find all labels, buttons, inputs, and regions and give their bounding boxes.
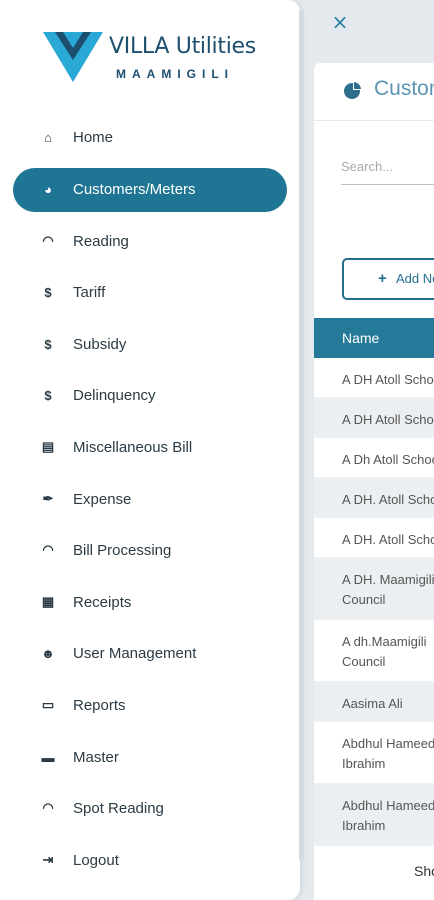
nav-item-master[interactable]: ▬ Master <box>13 736 287 780</box>
feather-icon: ✒ <box>42 491 54 506</box>
nav-item-label: Miscellaneous Bill <box>73 439 193 456</box>
table-row[interactable]: Aasima Ali <box>314 682 434 722</box>
page-title: Customers/Meters <box>374 77 434 100</box>
customer-name: A DH Atoll School <box>342 372 434 387</box>
logo-title: VILLA Utilities <box>109 34 256 59</box>
nav-item-home[interactable]: ⌂ Home <box>13 116 287 160</box>
logo-triangle-icon <box>43 32 103 82</box>
nav-item-tariff[interactable]: $ Tariff <box>13 271 287 315</box>
customer-name: A DH. Atoll School <box>342 492 434 507</box>
customer-name: Ibrahim <box>342 818 386 833</box>
table-row[interactable]: A Dh Atoll School <box>314 438 434 478</box>
customer-name: Ibrahim <box>342 756 386 771</box>
report-icon: ▭ <box>41 697 55 712</box>
gauge-icon: ◠ <box>42 542 54 557</box>
nav-item-label: Receipts <box>73 594 132 611</box>
receipt-icon: ▦ <box>41 594 55 609</box>
nav-item-label: Delinquency <box>73 387 156 404</box>
nav-item-label: Subsidy <box>73 336 127 353</box>
printer-icon: ▬ <box>41 749 55 765</box>
search-input[interactable] <box>341 149 434 185</box>
close-icon[interactable]: × <box>330 10 350 34</box>
card-header: Customers/Meters <box>314 63 434 121</box>
nav-item-label: Home <box>73 129 114 146</box>
home-icon: ⌂ <box>44 129 52 145</box>
logo: VILLA Utilities MAAMIGILI <box>43 30 273 86</box>
logo-subtitle: MAAMIGILI <box>116 67 234 81</box>
navigation-drawer: VILLA Utilities MAAMIGILI ⌂ Home ◕ Customer… <box>0 0 300 900</box>
bill-icon: ▤ <box>41 439 55 454</box>
customer-name: Abdhul Hameed <box>342 736 434 751</box>
add-new-label: Add New <box>396 271 434 286</box>
table-row[interactable]: Abdhul Hameed Ibrahim <box>314 722 434 784</box>
gauge-icon: ◠ <box>42 800 54 815</box>
nav-item-receipts[interactable]: ▦ Receipts <box>13 581 287 625</box>
nav-item-label: Logout <box>73 852 119 869</box>
dollar-icon: $ <box>44 284 52 300</box>
customer-name: A DH. Maamigili <box>342 572 434 587</box>
pie-chart-icon <box>344 82 361 99</box>
nav-item-customers-meters[interactable]: ◕ Customers/Meters <box>13 168 287 212</box>
customer-name: Council <box>342 592 386 607</box>
customer-name: A DH Atoll School <box>342 412 434 427</box>
customer-name: Aasima Ali <box>342 696 403 711</box>
customer-name: A dh.Maamigili <box>342 634 427 649</box>
nav-item-label: Reports <box>73 697 126 714</box>
nav-item-label: Bill Processing <box>73 542 172 559</box>
table-row[interactable]: Abdhul Hameed Ibrahim <box>314 784 434 846</box>
nav-item-miscellaneous-bill[interactable]: ▤ Miscellaneous Bill <box>13 426 287 470</box>
pie-chart-icon: ◕ <box>44 181 52 197</box>
nav-item-bill-processing[interactable]: ◠ Bill Processing <box>13 529 287 573</box>
nav-item-label: Customers/Meters <box>73 181 196 198</box>
plus-icon: + <box>378 270 387 287</box>
pager-text: Showing <box>414 863 434 879</box>
table-row[interactable]: A DH Atoll School <box>314 358 434 398</box>
nav-item-label: User Management <box>73 645 197 662</box>
customer-name: Council <box>342 654 386 669</box>
gauge-icon: ◠ <box>42 233 54 248</box>
customers-table: Name A DH Atoll School A DH Atoll School A… <box>314 318 434 846</box>
column-header-name[interactable]: Name <box>314 318 434 358</box>
nav-item-label: Spot Reading <box>73 800 164 817</box>
nav-item-user-management[interactable]: ☻ User Management <box>13 632 287 676</box>
nav-item-expense[interactable]: ✒ Expense <box>13 478 287 522</box>
nav-item-subsidy[interactable]: $ Subsidy <box>13 323 287 367</box>
nav-item-spot-reading[interactable]: ◠ Spot Reading <box>13 787 287 831</box>
customer-name: A Dh Atoll School <box>342 452 434 467</box>
dollar-icon: $ <box>44 336 52 352</box>
table-row[interactable]: A DH. Atoll School <box>314 478 434 518</box>
customer-name: Abdhul Hameed <box>342 798 434 813</box>
nav-item-label: Tariff <box>73 284 106 301</box>
nav-item-label: Master <box>73 749 119 766</box>
drawer-scrollbar[interactable] <box>299 10 304 860</box>
table-row[interactable]: A DH. Maamigili Council <box>314 558 434 620</box>
customer-name: A DH. Atoll School <box>342 532 434 547</box>
table-row[interactable]: A DH. Atoll School <box>314 518 434 558</box>
nav-item-reading[interactable]: ◠ Reading <box>13 220 287 264</box>
nav-item-logout[interactable]: ⇥ Logout <box>13 839 287 883</box>
nav-item-label: Expense <box>73 491 132 508</box>
nav-item-label: Reading <box>73 233 129 250</box>
logout-icon: ⇥ <box>42 852 54 867</box>
dollar-icon: $ <box>44 387 52 403</box>
table-row[interactable]: A DH Atoll School <box>314 398 434 438</box>
customers-card: Customers/Meters + Add New Name A DH Ato… <box>314 63 434 900</box>
add-new-button[interactable]: + Add New <box>342 258 434 300</box>
users-icon: ☻ <box>41 645 55 661</box>
table-row[interactable]: A dh.Maamigili Council <box>314 620 434 682</box>
nav-item-delinquency[interactable]: $ Delinquency <box>13 374 287 418</box>
nav-item-reports[interactable]: ▭ Reports <box>13 684 287 728</box>
